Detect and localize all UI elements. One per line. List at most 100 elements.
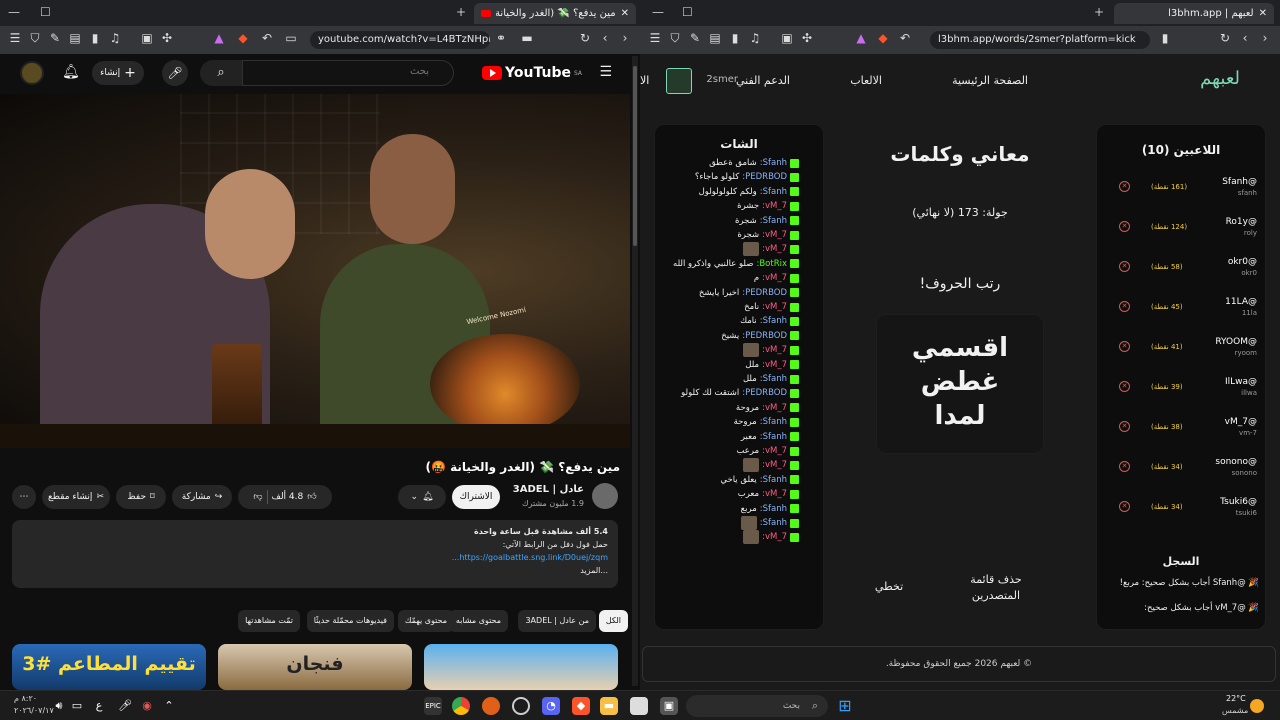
nav-games[interactable]: الالعاب — [850, 74, 882, 87]
network-icon[interactable]: ▭ — [68, 697, 86, 715]
player-row[interactable]: @vM_7 vm-7 (38 نقطة) ✕ — [1119, 417, 1257, 457]
remove-icon[interactable]: ✕ — [1119, 261, 1130, 272]
chat-username[interactable]: vM_7: — [762, 460, 787, 470]
music-icon[interactable]: ♫ — [108, 31, 122, 45]
forward-icon[interactable]: › — [618, 31, 632, 45]
chat-username[interactable]: Sfanh: — [760, 432, 787, 442]
notes-icon[interactable] — [630, 697, 648, 715]
channel-name[interactable]: عادل | 3ADEL — [513, 484, 584, 495]
player-row[interactable]: @Tsuki6 tsuki6 (34 نقطة) ✕ — [1119, 497, 1257, 537]
new-tab-icon[interactable]: + — [1094, 5, 1104, 19]
chip-similar[interactable]: محتوى مشابه — [448, 610, 508, 632]
skip-button[interactable]: تخطي — [866, 580, 912, 593]
file-explorer-icon[interactable]: ▬ — [600, 697, 618, 715]
tab-close-icon[interactable]: ✕ — [621, 8, 629, 19]
chat-username[interactable]: Sfanh: — [760, 216, 787, 226]
vpn-icon[interactable]: ▲ — [854, 31, 868, 45]
like-count[interactable]: 4.8 ألف — [272, 492, 304, 502]
weather-temp[interactable]: 22°C — [1226, 694, 1246, 703]
reload-icon[interactable]: ↻ — [578, 31, 592, 45]
shield-icon[interactable]: ⛉ — [28, 31, 42, 46]
epic-games-icon[interactable]: EPIC — [424, 697, 442, 715]
minimize-icon[interactable]: — — [652, 5, 664, 19]
thumbnail-3[interactable] — [424, 644, 618, 690]
remove-icon[interactable]: ✕ — [1119, 461, 1130, 472]
puzzle-icon[interactable]: ✣ — [800, 31, 814, 45]
search-input[interactable]: بحث — [242, 60, 454, 86]
back-icon[interactable]: ‹ — [1238, 31, 1252, 45]
sidebar-icon[interactable]: ▤ — [68, 31, 82, 45]
cast-icon[interactable]: ▭ — [284, 31, 298, 45]
chat-username[interactable]: vM_7: — [762, 446, 787, 456]
user-avatar[interactable] — [666, 68, 692, 94]
player-row[interactable]: @sonono sonono (34 نقطة) ✕ — [1119, 457, 1257, 497]
url-field[interactable]: youtube.com/watch?v=L4BTzNHpHmc — [310, 31, 490, 49]
back-icon[interactable]: ‹ — [598, 31, 612, 45]
reload-icon[interactable]: ↻ — [1218, 31, 1232, 45]
nav-support[interactable]: الدعم الفني — [736, 74, 790, 87]
player-row[interactable]: @11LA 11la (45 نقطة) ✕ — [1119, 297, 1257, 337]
weather-desc[interactable]: مشمس — [1222, 706, 1248, 715]
share-button[interactable]: ↪ مشاركة — [172, 485, 232, 509]
share-icon[interactable]: ↶ — [898, 31, 912, 45]
chat-username[interactable]: Sfanh: — [760, 158, 787, 168]
discord-icon[interactable]: ◔ — [542, 697, 560, 715]
puzzle-icon[interactable]: ✣ — [160, 31, 174, 45]
clip-button[interactable]: ✂ إنشاء مقطع — [42, 485, 110, 509]
obs-icon[interactable] — [512, 697, 530, 715]
scrollbar[interactable] — [632, 56, 638, 686]
description-link[interactable]: https://goalbattle.sng.link/D0uej/zqm... — [452, 553, 608, 562]
notifications-icon[interactable]: 🔔︎ — [62, 64, 80, 80]
remove-icon[interactable]: ✕ — [1119, 181, 1130, 192]
description-box[interactable]: ‎5.4 ألف مشاهدة قبل ساعة واحدة حمل فول د… — [12, 520, 618, 588]
show-more[interactable]: ...المزيد — [22, 564, 608, 577]
hamburger-icon[interactable]: ☰ — [599, 64, 612, 80]
speaker-icon[interactable]: 🔊︎ — [50, 697, 68, 715]
save-button[interactable]: ⌑ حفظ — [116, 485, 166, 509]
maximize-icon[interactable]: ☐ — [682, 5, 693, 19]
channel-avatar[interactable] — [592, 483, 618, 509]
create-button[interactable]: + إنشاء — [92, 61, 144, 85]
tray-chevron-icon[interactable]: ⌃ — [160, 697, 178, 715]
scrollbar-thumb[interactable] — [633, 66, 637, 246]
menu-icon[interactable]: ☰ — [8, 31, 22, 45]
chip-all[interactable]: الكل — [598, 610, 628, 632]
thumbnail-2[interactable]: فنجان — [218, 644, 412, 690]
extension-icon[interactable]: ✎ — [48, 31, 62, 45]
reader-icon[interactable]: ▮ — [728, 31, 742, 45]
chat-username[interactable]: Sfanh: — [760, 504, 787, 514]
chat-username[interactable]: Sfanh: — [760, 475, 787, 485]
site-logo[interactable]: لعبهم — [1200, 68, 1240, 89]
windows-start-icon[interactable]: ⊞ — [836, 697, 854, 715]
menu-icon[interactable]: ☰ — [648, 31, 662, 45]
download-icon[interactable]: ▬ — [520, 31, 534, 45]
chat-username[interactable]: vM_7: — [762, 302, 787, 312]
reader-icon[interactable]: ▮ — [88, 31, 102, 45]
chat-username[interactable]: vM_7: — [762, 244, 787, 254]
share-icon[interactable]: ↶ — [260, 31, 274, 45]
remove-icon[interactable]: ✕ — [1119, 301, 1130, 312]
search-button[interactable]: ⌕ — [200, 60, 242, 86]
extension-icon[interactable]: ✎ — [688, 31, 702, 45]
sidebar-icon[interactable]: ▤ — [708, 31, 722, 45]
remove-icon[interactable]: ✕ — [1119, 421, 1130, 432]
url-field[interactable]: l3bhm.app/words/2smer?platform=kick — [930, 31, 1150, 49]
chat-username[interactable]: vM_7: — [762, 201, 787, 211]
chat-username[interactable]: BotRix: — [756, 259, 787, 269]
brave-icon[interactable]: ◆ — [572, 697, 590, 715]
music-icon[interactable]: ♫ — [748, 31, 762, 45]
chat-username[interactable]: Sfanh: — [760, 518, 787, 528]
video-player[interactable]: Welcome Nozomi — [0, 94, 630, 448]
chat-username[interactable]: vM_7: — [762, 273, 787, 283]
link-icon[interactable]: ⚭ — [494, 31, 508, 45]
clock-date[interactable]: ٢٠٢٦/٠٧/١٧ — [14, 706, 54, 715]
player-row[interactable]: @RYOOM ryoom (41 نقطة) ✕ — [1119, 337, 1257, 377]
player-row[interactable]: @IlLwa illwa (39 نقطة) ✕ — [1119, 377, 1257, 417]
taskbar-search[interactable]: ⌕ بحث — [686, 695, 828, 717]
new-tab-icon[interactable]: + — [456, 5, 466, 19]
shield-icon[interactable]: ⛉ — [668, 31, 682, 46]
player-row[interactable]: @Sfanh sfanh (161 نقطة) ✕ — [1119, 177, 1257, 217]
forward-icon[interactable]: › — [1258, 31, 1272, 45]
remove-icon[interactable]: ✕ — [1119, 341, 1130, 352]
remove-icon[interactable]: ✕ — [1119, 501, 1130, 512]
